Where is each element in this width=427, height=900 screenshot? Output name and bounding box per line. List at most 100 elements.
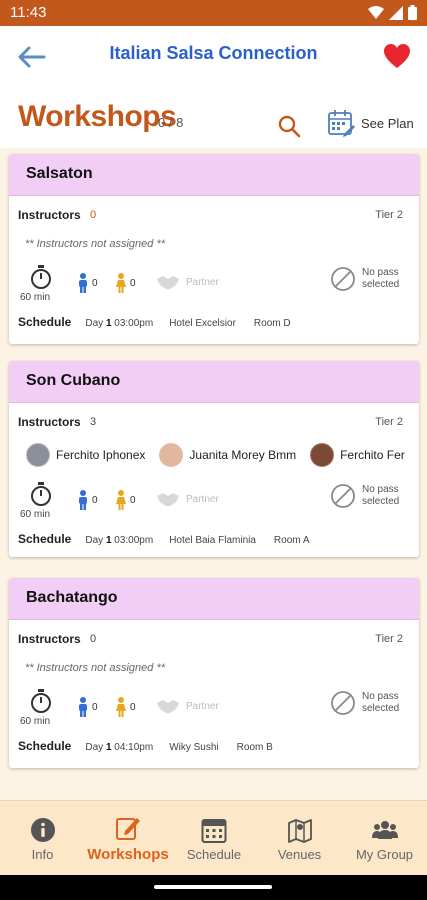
handshake-icon xyxy=(157,276,179,289)
schedule-day: Day 1 04:10pm xyxy=(85,742,154,753)
male-count: 0 xyxy=(77,273,98,293)
pass-status[interactable]: No pass selected xyxy=(330,266,406,292)
status-time: 11:43 xyxy=(10,4,47,21)
see-plan-button[interactable]: See Plan xyxy=(327,108,414,138)
duration-label: 60 min xyxy=(20,509,51,520)
bottom-tab-bar: Info Workshops Schedule Venues My Group xyxy=(0,800,427,875)
pass-label: No pass selected xyxy=(362,484,400,507)
partner-indicator: Partner xyxy=(156,491,219,507)
see-plan-label: See Plan xyxy=(361,115,414,131)
tab-info-label: Info xyxy=(31,847,54,862)
schedule-room: Room D xyxy=(253,318,291,329)
female-icon xyxy=(116,490,126,510)
female-count: 0 xyxy=(115,273,136,293)
workshop-card[interactable]: Son Cubano Instructors 3 Tier 2 Ferchito… xyxy=(9,361,419,557)
schedule-venue: Hotel Baia Flaminia xyxy=(169,535,256,546)
female-count-value: 0 xyxy=(130,277,136,289)
schedule-venue: Wiky Sushi xyxy=(169,742,219,753)
instructors-row: Instructors 0 Tier 2 xyxy=(9,208,419,224)
info-icon xyxy=(30,818,55,842)
instructor-list: Ferchito Iphonex Juanita Morey Bmm Ferch… xyxy=(26,443,405,467)
female-icon xyxy=(116,273,126,293)
tab-schedule[interactable]: Schedule xyxy=(171,801,257,876)
partner-indicator: Partner xyxy=(156,698,219,714)
workshop-name: Salsaton xyxy=(26,165,93,182)
schedule-room: Room B xyxy=(236,742,273,753)
tab-workshops-label: Workshops xyxy=(87,846,169,863)
female-count: 0 xyxy=(115,697,136,717)
workshop-meta: 60 min 0 0 Partner No pass selected xyxy=(9,264,419,308)
page-title: Workshops xyxy=(18,100,177,133)
male-count-value: 0 xyxy=(92,494,98,506)
instructor-item[interactable]: Ferchito Fer xyxy=(310,443,405,467)
instructors-row: Instructors 0 Tier 2 xyxy=(9,632,419,648)
duration-label: 60 min xyxy=(20,292,51,303)
avatar xyxy=(310,443,335,467)
schedule-venue: Hotel Excelsior xyxy=(169,318,236,329)
app-header: Italian Salsa Connection xyxy=(0,26,427,96)
partner-label: Partner xyxy=(186,276,219,288)
male-icon xyxy=(79,697,87,717)
schedule-row: Schedule Day 1 03:00pm Hotel Baia Flamin… xyxy=(18,532,310,548)
instructors-not-assigned: ** Instructors not assigned ** xyxy=(25,238,166,250)
system-nav-bar xyxy=(0,875,427,900)
no-pass-icon xyxy=(331,484,355,508)
instructor-item[interactable]: Juanita Morey Bmm xyxy=(159,443,296,467)
edit-icon xyxy=(116,818,140,840)
schedule-row: Schedule Day 1 04:10pm Wiky Sushi Room B xyxy=(18,739,273,755)
instructors-label: Instructors xyxy=(18,415,81,429)
instructor-name: Ferchito Iphonex xyxy=(56,448,146,462)
instructors-count: 0 xyxy=(90,633,97,645)
male-icon xyxy=(79,273,87,293)
app-title: Italian Salsa Connection xyxy=(109,43,318,63)
no-pass-icon xyxy=(331,267,355,291)
workshop-meta: 60 min 0 0 Partner No pass selected xyxy=(9,481,419,525)
home-gesture-handle[interactable] xyxy=(154,885,272,889)
workshop-name: Bachatango xyxy=(26,589,118,606)
wifi-icon xyxy=(368,5,384,19)
workshop-card[interactable]: Bachatango Instructors 0 Tier 2 ** Instr… xyxy=(9,578,419,768)
map-icon xyxy=(287,819,312,843)
avatar xyxy=(159,443,184,467)
heart-icon[interactable] xyxy=(383,42,411,70)
tab-venues-label: Venues xyxy=(277,847,322,862)
schedule-room: Room A xyxy=(273,535,310,546)
workshop-list[interactable]: Salsaton Instructors 0 Tier 2 ** Instruc… xyxy=(0,148,427,785)
status-icons xyxy=(368,5,417,20)
no-pass-icon xyxy=(331,691,355,715)
handshake-icon xyxy=(157,493,179,506)
schedule-label: Schedule xyxy=(18,532,72,546)
page-heading: Workshops 0 / 8 See Plan xyxy=(0,96,427,148)
battery-icon xyxy=(408,5,417,20)
handshake-icon xyxy=(157,700,179,713)
schedule-label: Schedule xyxy=(18,315,72,329)
partner-label: Partner xyxy=(186,700,219,712)
avatar xyxy=(26,443,50,467)
workshop-card[interactable]: Salsaton Instructors 0 Tier 2 ** Instruc… xyxy=(9,154,419,344)
tier-label: Tier 2 xyxy=(375,209,403,221)
male-count-value: 0 xyxy=(92,701,98,713)
male-count: 0 xyxy=(77,490,98,510)
tab-schedule-label: Schedule xyxy=(186,847,242,862)
tab-info[interactable]: Info xyxy=(0,801,85,876)
female-count-value: 0 xyxy=(130,494,136,506)
tab-my-group[interactable]: My Group xyxy=(342,801,427,876)
partner-label: Partner xyxy=(186,493,219,505)
pass-label: No pass selected xyxy=(362,691,400,714)
timer-icon xyxy=(26,688,56,719)
workshop-meta: 60 min 0 0 Partner No pass selected xyxy=(9,688,419,732)
instructor-item[interactable]: Ferchito Iphonex xyxy=(26,443,145,467)
male-icon xyxy=(79,490,87,510)
pass-label: No pass selected xyxy=(362,267,400,290)
male-count-value: 0 xyxy=(92,277,98,289)
instructors-label: Instructors xyxy=(18,208,81,222)
pass-status[interactable]: No pass selected xyxy=(330,690,406,716)
female-icon xyxy=(116,697,126,717)
tab-workshops[interactable]: Workshops xyxy=(85,801,171,876)
calendar-edit-icon xyxy=(328,110,355,137)
workshop-card-header: Bachatango xyxy=(9,578,419,620)
status-bar: 11:43 xyxy=(0,0,427,26)
pass-status[interactable]: No pass selected xyxy=(330,483,406,509)
search-icon[interactable] xyxy=(277,114,301,138)
tab-venues[interactable]: Venues xyxy=(257,801,342,876)
